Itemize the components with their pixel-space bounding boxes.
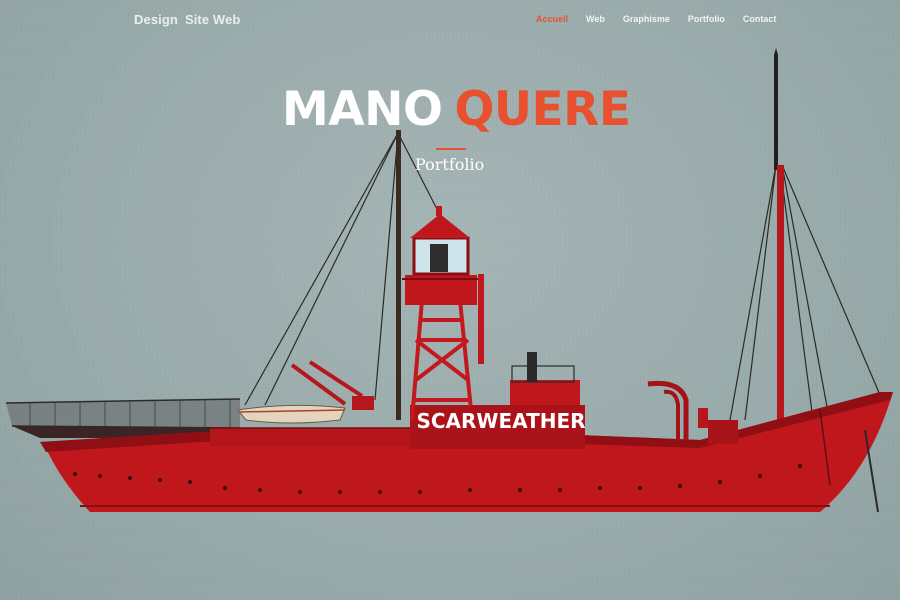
main-mast-top	[774, 55, 778, 170]
site-title: MANO QUERE	[282, 86, 631, 133]
title-first-word: MANO	[282, 82, 443, 137]
light-tower	[402, 206, 484, 421]
ship-name-text: SCARWEATHER	[416, 409, 585, 433]
title-divider	[436, 148, 466, 150]
main-mast	[777, 165, 784, 420]
lifeboat	[237, 360, 374, 424]
rigging-lines	[244, 132, 881, 421]
fore-mast	[396, 130, 401, 420]
ship-name-plate: SCARWEATHER	[416, 406, 586, 433]
hero-subtitle: Portfolio	[415, 155, 485, 174]
title-second-word: QUERE	[454, 82, 631, 137]
